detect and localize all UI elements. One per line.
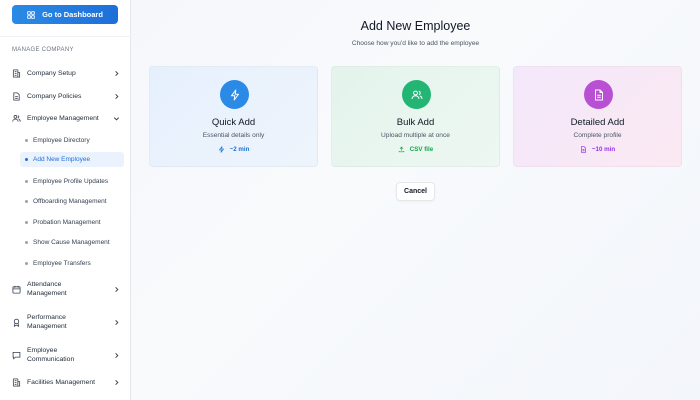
bulk-add-icon-circle (402, 80, 431, 109)
detailed-add-meta: ~10 min (514, 146, 681, 153)
upload-icon (398, 146, 404, 153)
bullet (25, 262, 28, 265)
sidebar-item-label: Company Policies (27, 93, 82, 100)
go-to-dashboard-button[interactable]: Go to Dashboard (12, 5, 118, 24)
bulk-add-title: Bulk Add (396, 117, 435, 128)
detailed-add-icon-circle (584, 80, 613, 109)
subitem-label: Probation Management (33, 219, 101, 226)
sidebar-item-label: Facilities Management (27, 379, 95, 386)
quick-add-description: Essential details only (202, 132, 265, 139)
sidebar-item-company-policies[interactable]: Company Policies (12, 92, 120, 101)
lightning-icon (218, 146, 224, 153)
grid-icon (27, 10, 35, 19)
chevron-right-icon (113, 319, 120, 326)
cancel-button[interactable]: Cancel (396, 182, 435, 201)
sidebar-section-label: MANAGE COMPANY (12, 47, 74, 53)
users-icon (411, 90, 422, 99)
subitem-add-new-employee[interactable]: Add New Employee (20, 152, 124, 167)
sidebar-item-attendance-management[interactable]: Attendance Management (12, 280, 120, 298)
sidebar: Go to Dashboard MANAGE COMPANY Company S… (0, 0, 131, 400)
chevron-right-icon (113, 286, 120, 293)
users-icon (12, 114, 21, 123)
subitem-label: Show Cause Management (33, 239, 110, 246)
subitem-employee-directory[interactable]: Employee Directory (20, 133, 124, 148)
sidebar-item-employee-management[interactable]: Employee Management (12, 114, 120, 123)
chevron-right-icon (113, 352, 120, 359)
detailed-add-time: ~10 min (591, 146, 616, 153)
document-icon (580, 146, 586, 153)
bullet (25, 180, 28, 183)
bulk-add-description: Upload multiple at once (381, 132, 450, 139)
sidebar-item-employee-communication[interactable]: Employee Communication (12, 346, 120, 364)
bullet (25, 158, 28, 161)
subitem-employee-transfers[interactable]: Employee Transfers (20, 256, 124, 271)
subitem-label: Employee Profile Updates (33, 178, 109, 185)
detailed-add-card[interactable]: Detailed Add Complete profile ~10 min (513, 66, 682, 167)
sidebar-item-label: Employee Communication (27, 347, 75, 363)
sidebar-item-label: Employee Management (27, 115, 99, 122)
page-title: Add New Employee (360, 19, 471, 33)
subitem-employee-profile-updates[interactable]: Employee Profile Updates (20, 174, 124, 189)
main-content: Add New Employee Choose how you'd like t… (131, 0, 700, 400)
chevron-right-icon (113, 379, 120, 386)
bullet (25, 241, 28, 244)
file-icon (12, 92, 21, 101)
sidebar-item-label: Attendance Management (27, 281, 67, 297)
calendar-icon (12, 285, 21, 294)
chevron-right-icon (113, 70, 120, 77)
detailed-add-description: Complete profile (573, 132, 622, 139)
quick-add-time: ~2 min (229, 146, 250, 153)
sidebar-item-company-setup[interactable]: Company Setup (12, 69, 120, 78)
lightning-icon (230, 89, 239, 100)
subitem-show-cause-management[interactable]: Show Cause Management (20, 235, 124, 250)
sidebar-divider (0, 36, 131, 37)
chevron-right-icon (113, 93, 120, 100)
building-icon (12, 69, 21, 78)
bulk-add-card[interactable]: Bulk Add Upload multiple at once CSV fil… (331, 66, 500, 167)
bullet (25, 221, 28, 224)
quick-add-meta: ~2 min (150, 146, 317, 153)
bulk-add-meta: CSV file (332, 146, 499, 153)
award-icon (12, 318, 21, 327)
document-icon (594, 89, 603, 100)
chevron-down-icon (113, 115, 120, 122)
subitem-offboarding-management[interactable]: Offboarding Management (20, 194, 124, 209)
sidebar-item-label: Performance Management (27, 314, 67, 330)
dashboard-button-label: Go to Dashboard (42, 10, 103, 19)
detailed-add-title: Detailed Add (570, 117, 625, 128)
page-subtitle: Choose how you'd like to add the employe… (351, 40, 480, 47)
bulk-add-format: CSV file (409, 146, 434, 153)
subitem-label: Employee Directory (33, 137, 90, 144)
bullet (25, 200, 28, 203)
sidebar-item-performance-management[interactable]: Performance Management (12, 313, 120, 331)
bullet (25, 139, 28, 142)
quick-add-card[interactable]: Quick Add Essential details only ~2 min (149, 66, 318, 167)
subitem-label: Add New Employee (33, 156, 91, 163)
quick-add-icon-circle (220, 80, 249, 109)
building-icon (12, 378, 21, 387)
sidebar-item-facilities-management[interactable]: Facilities Management (12, 378, 120, 387)
subitem-probation-management[interactable]: Probation Management (20, 215, 124, 230)
quick-add-title: Quick Add (211, 117, 256, 128)
subitem-label: Offboarding Management (33, 198, 107, 205)
message-icon (12, 351, 21, 360)
subitem-label: Employee Transfers (33, 260, 91, 267)
sidebar-item-label: Company Setup (27, 70, 76, 77)
